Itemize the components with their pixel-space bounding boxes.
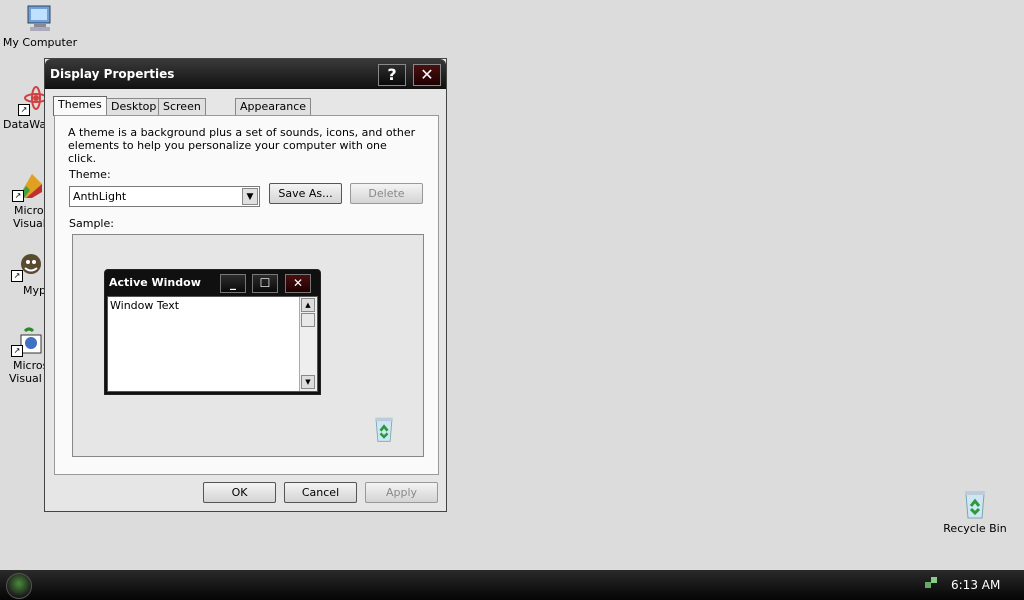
recycle-bin-icon	[959, 488, 991, 520]
theme-sample-preview: Active Window _ ☐ ✕ Window Text ▲ ▼	[72, 234, 424, 457]
scroll-down-icon: ▼	[301, 375, 315, 389]
scroll-thumb	[301, 313, 315, 327]
taskbar-clock[interactable]: 6:13 AM	[951, 578, 1000, 592]
close-icon: ✕	[420, 65, 434, 84]
delete-button[interactable]: Delete	[350, 183, 423, 204]
desktop-icon-my-computer[interactable]: My Computer	[0, 2, 80, 49]
maximize-icon: ☐	[252, 274, 278, 293]
shortcut-arrow-icon: ↗	[18, 104, 30, 116]
tab-desktop[interactable]: Desktop	[106, 98, 162, 115]
recycle-bin-icon	[370, 415, 398, 443]
close-button[interactable]: ✕	[413, 64, 441, 86]
close-icon: ✕	[285, 274, 311, 293]
sample-window-body: Window Text ▲ ▼	[107, 296, 318, 392]
shortcut-arrow-icon: ↗	[11, 345, 23, 357]
computer-icon	[24, 2, 56, 34]
chevron-down-icon[interactable]: ▼	[242, 188, 258, 205]
minimize-icon: _	[220, 274, 246, 293]
sample-scrollbar: ▲ ▼	[299, 297, 317, 391]
help-icon: ?	[387, 65, 397, 84]
tab-appearance[interactable]: Appearance	[235, 98, 312, 115]
tab-themes[interactable]: Themes	[53, 96, 107, 116]
ok-button[interactable]: OK	[203, 482, 276, 503]
desktop-icon-recycle-bin[interactable]: Recycle Bin	[935, 488, 1015, 535]
tab-screen-saver[interactable]: Screen Saver	[158, 98, 206, 129]
themes-panel: A theme is a background plus a set of so…	[54, 115, 439, 475]
apply-button[interactable]: Apply	[365, 482, 438, 503]
visual-studio-shortcut-icon: ↗	[12, 170, 44, 202]
save-as-button[interactable]: Save As...	[269, 183, 342, 204]
theme-select-value: AnthLight	[73, 190, 127, 203]
help-button[interactable]: ?	[378, 64, 406, 86]
desktop-icon-label: My Computer	[2, 36, 78, 49]
shortcut-arrow-icon: ↗	[11, 270, 23, 282]
dialog-title: Display Properties	[50, 67, 175, 81]
cancel-button[interactable]: Cancel	[284, 482, 357, 503]
sample-label: Sample:	[69, 217, 114, 230]
dialog-titlebar[interactable]: Display Properties ? ✕	[45, 59, 446, 89]
desktop-icon-label: Recycle Bin	[943, 522, 1007, 535]
taskbar: 6:13 AM	[0, 570, 1024, 600]
app-shortcut-icon: ↗	[11, 250, 43, 282]
sample-window-title: Active Window	[109, 276, 201, 289]
scroll-up-icon: ▲	[301, 298, 315, 312]
theme-label: Theme:	[69, 168, 111, 181]
theme-description: A theme is a background plus a set of so…	[68, 126, 416, 165]
display-properties-dialog: Display Properties ? ✕ Themes Desktop Sc…	[44, 58, 447, 512]
network-tray-icon[interactable]	[924, 576, 938, 590]
theme-select[interactable]: AnthLight ▼	[69, 186, 260, 207]
sample-window-text: Window Text	[110, 299, 180, 312]
sample-active-window: Active Window _ ☐ ✕ Window Text ▲ ▼	[104, 269, 321, 395]
visual-studio-shortcut-icon: ↗	[11, 325, 43, 357]
start-button[interactable]	[6, 573, 32, 599]
shortcut-arrow-icon: ↗	[12, 190, 24, 202]
